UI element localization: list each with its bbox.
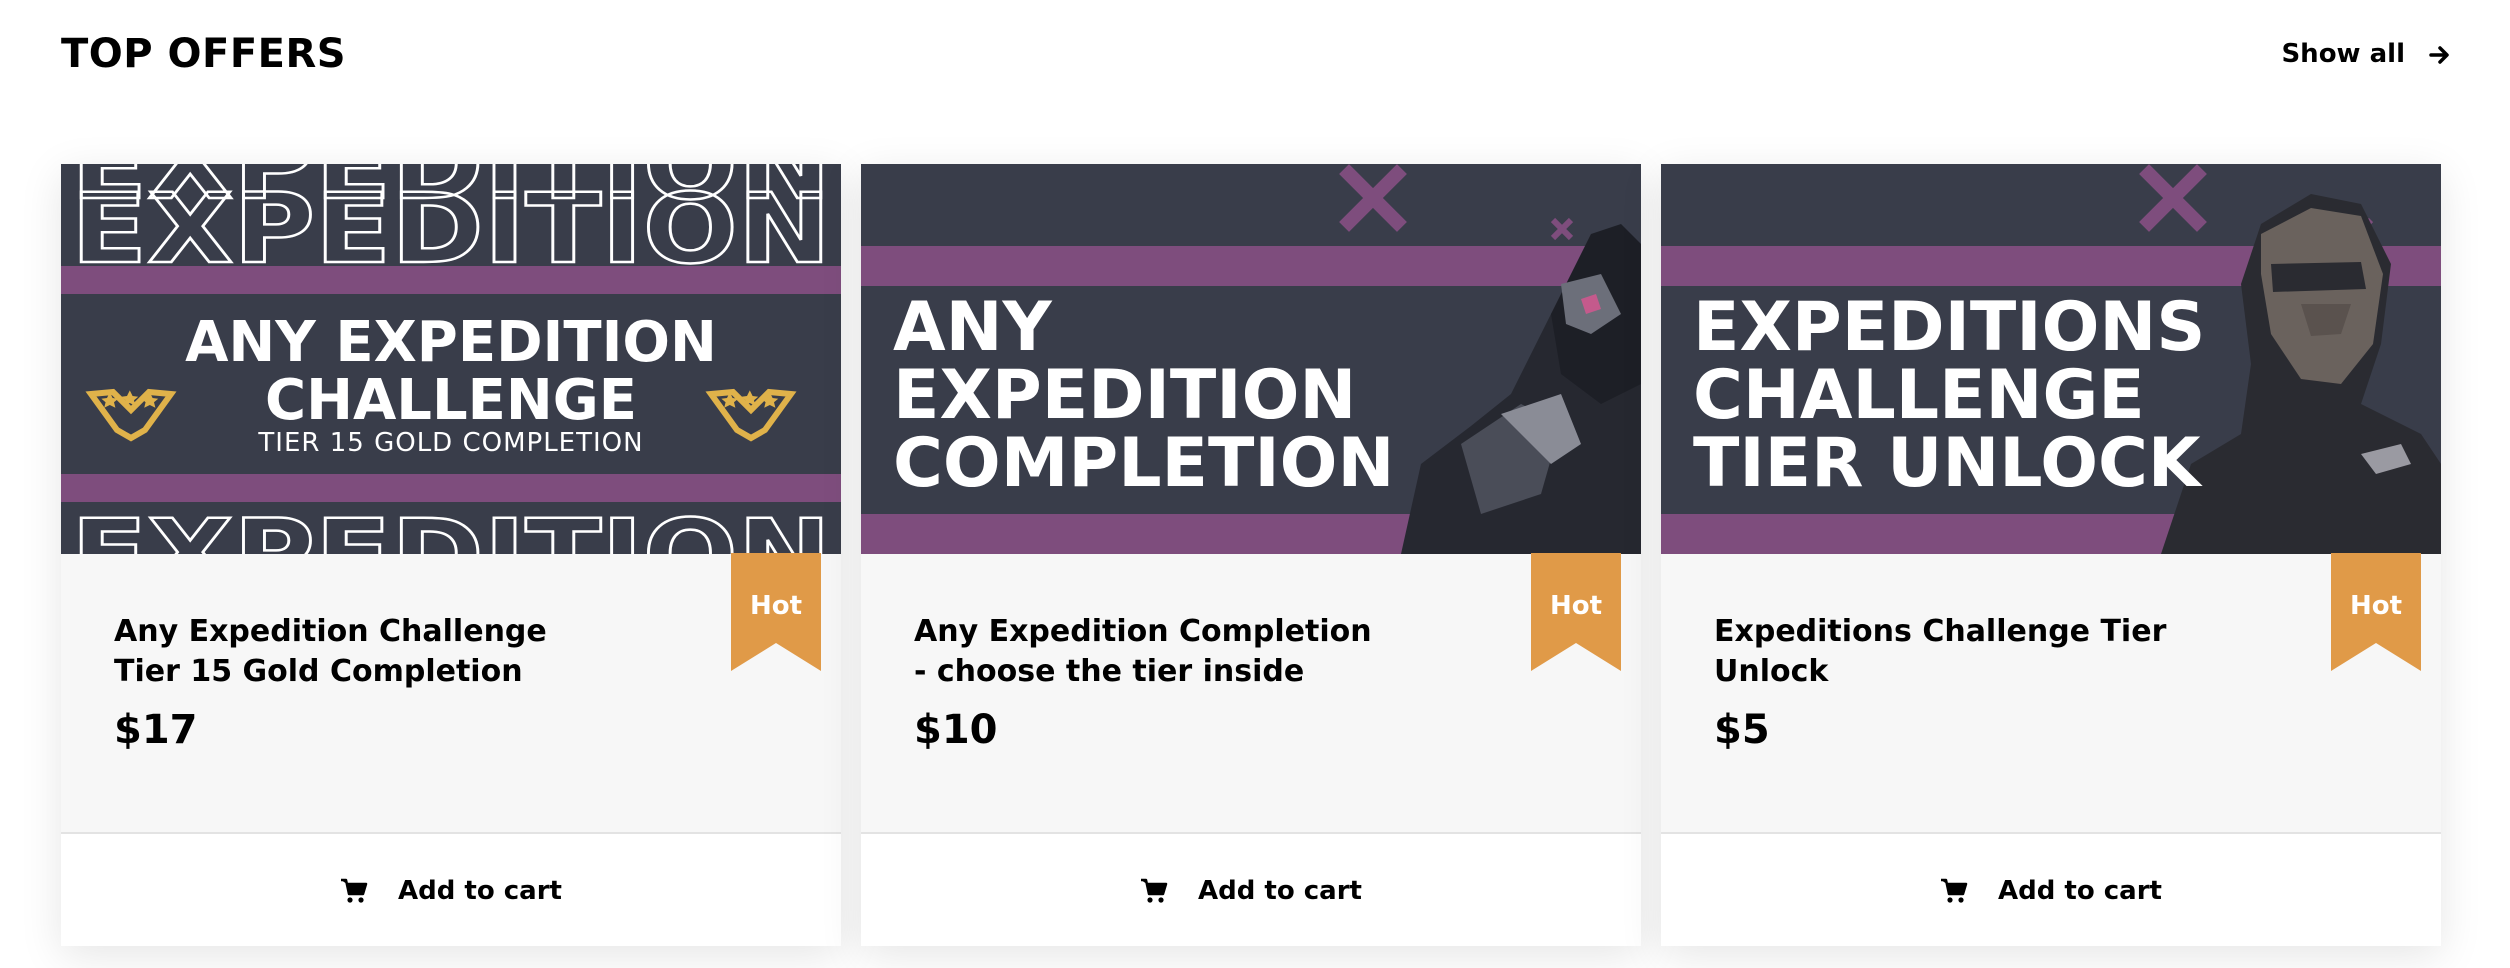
section-title: TOP OFFERS — [61, 31, 347, 77]
section-header: TOP OFFERS Show all — [61, 26, 2451, 82]
offer-card[interactable]: EXPEDITION EXPEDITION EXPEDITION ANY EXP… — [61, 164, 841, 946]
top-offers-section: TOP OFFERS Show all EXPEDITION EXPEDITIO… — [0, 0, 2510, 968]
hot-badge: Hot — [1531, 553, 1621, 671]
banner-subline: TIER 15 GOLD COMPLETION — [258, 428, 644, 458]
add-to-cart-button[interactable]: Add to cart — [1661, 832, 2441, 946]
hot-badge: Hot — [2331, 553, 2421, 671]
hot-badge: Hot — [731, 553, 821, 671]
banner-headline-2: CHALLENGE — [264, 368, 637, 433]
hot-badge-label: Hot — [749, 591, 803, 621]
add-to-cart-label: Add to cart — [1198, 876, 1362, 906]
product-price: $5 — [1714, 707, 1770, 753]
cart-icon — [1140, 878, 1168, 904]
cart-icon — [340, 878, 368, 904]
banner-headline-3: TIER UNLOCK — [1693, 424, 2201, 503]
hot-badge-label: Hot — [2349, 591, 2403, 621]
show-all-label: Show all — [2281, 39, 2405, 69]
offer-banner-image[interactable]: EXPEDITION EXPEDITION EXPEDITION ANY EXP… — [61, 164, 841, 554]
add-to-cart-label: Add to cart — [398, 876, 562, 906]
product-price: $10 — [914, 707, 998, 753]
add-to-cart-label: Add to cart — [1998, 876, 2162, 906]
show-all-link[interactable]: Show all — [2281, 26, 2451, 82]
offer-card[interactable]: ANY EXPEDITION COMPLETION Hot Any Expedi… — [861, 164, 1641, 946]
product-title[interactable]: Any Expedition Completion - choose the t… — [914, 612, 1394, 692]
offer-card[interactable]: EXPEDITIONS CHALLENGE TIER UNLOCK Hot Ex… — [1661, 164, 2441, 946]
banner-headline-1: ANY EXPEDITION — [185, 310, 717, 375]
add-to-cart-button[interactable]: Add to cart — [61, 832, 841, 946]
offers-grid: EXPEDITION EXPEDITION EXPEDITION ANY EXP… — [61, 164, 2443, 946]
offer-banner-image[interactable]: ANY EXPEDITION COMPLETION — [861, 164, 1641, 554]
offer-banner-image[interactable]: EXPEDITIONS CHALLENGE TIER UNLOCK — [1661, 164, 2441, 554]
add-to-cart-button[interactable]: Add to cart — [861, 832, 1641, 946]
banner-outline-word: EXPEDITION — [71, 499, 831, 554]
banner-headline-3: COMPLETION — [893, 424, 1395, 503]
product-title[interactable]: Any Expedition Challenge Tier 15 Gold Co… — [114, 612, 594, 692]
banner-outline-word: EXPEDITION — [71, 164, 831, 221]
product-price: $17 — [114, 707, 198, 753]
cart-icon — [1940, 878, 1968, 904]
product-title[interactable]: Expeditions Challenge Tier Unlock — [1714, 612, 2194, 692]
arrow-right-icon — [2429, 43, 2451, 65]
hot-badge-label: Hot — [1549, 591, 1603, 621]
